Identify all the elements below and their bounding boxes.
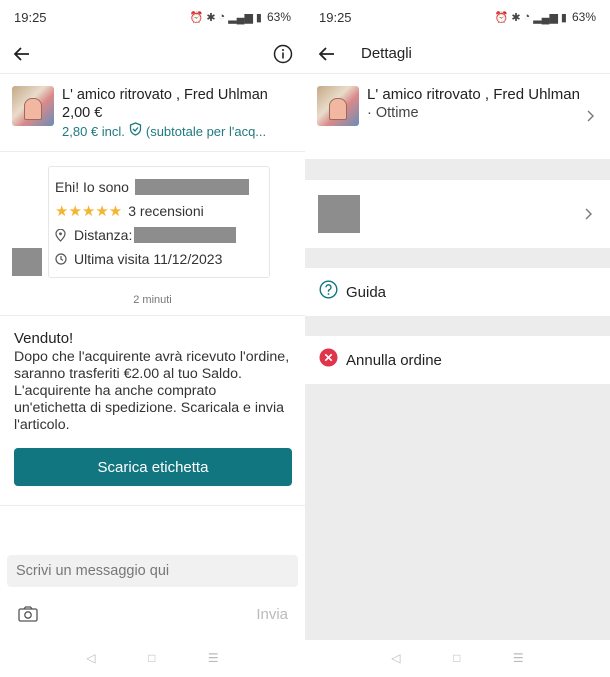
section-divider: [305, 316, 610, 336]
cancel-x-icon: [319, 348, 338, 372]
system-nav-bar: ◁ □ ☰: [0, 639, 305, 677]
redacted-distance: [134, 227, 237, 243]
battery-level: 63%: [571, 10, 596, 24]
signal-icon: ▂▄▆: [228, 11, 253, 24]
battery-icon: ▮: [255, 11, 262, 24]
bluetooth-icon: ✱: [511, 11, 521, 24]
status-time: 19:25: [14, 9, 47, 25]
wifi-icon: ◔: [218, 11, 226, 23]
item-thumbnail: [12, 86, 54, 126]
redacted-buyer-avatar: [318, 195, 360, 233]
item-title: L' amico ritrovato , Fred Uhlman: [62, 87, 268, 103]
chat-timestamp: 2 minuti: [133, 294, 172, 306]
status-bar: 19:25 ⏰ ✱ ◔ ▂▄▆ ▮ 63%: [0, 0, 305, 34]
alarm-icon: ⏰: [189, 11, 204, 24]
seller-profile-card[interactable]: Ehi! Io sono ★★★★★ 3 recensioni Distanza…: [48, 166, 270, 278]
download-label-button[interactable]: Scarica etichetta: [14, 448, 292, 486]
clock-icon: [55, 253, 69, 265]
nav-menu-icon[interactable]: ☰: [513, 651, 524, 665]
bluetooth-icon: ✱: [206, 11, 216, 24]
help-row[interactable]: Guida: [305, 268, 610, 316]
item-thumbnail: [317, 86, 359, 126]
order-item-row[interactable]: L' amico ritrovato , Fred Uhlman · Ottim…: [305, 74, 610, 160]
camera-icon[interactable]: [16, 602, 40, 626]
rating-stars-icon: ★★★★★: [55, 203, 123, 220]
top-bar: [0, 34, 305, 74]
item-condition: · Ottime: [367, 105, 419, 121]
chat-area: Ehi! Io sono ★★★★★ 3 recensioni Distanza…: [0, 152, 305, 316]
chevron-right-icon: [582, 110, 598, 122]
section-divider: [305, 248, 610, 268]
page-title: Dettagli: [361, 45, 412, 62]
message-input[interactable]: Scrivi un messaggio qui: [7, 555, 298, 587]
back-arrow-icon[interactable]: [315, 42, 339, 66]
signal-icon: ▂▄▆: [533, 11, 558, 24]
avatar: [12, 248, 42, 276]
battery-icon: ▮: [560, 11, 567, 24]
profile-last-visit-line: Ultima visita 11/12/2023: [55, 247, 263, 271]
send-button[interactable]: Invia: [256, 606, 288, 623]
message-actions: Invia: [0, 600, 305, 628]
profile-distance-line: Distanza:: [55, 223, 263, 247]
shield-check-icon: [129, 122, 142, 141]
help-question-icon: [319, 280, 338, 304]
section-divider: [305, 160, 610, 180]
empty-background: [305, 384, 610, 640]
status-icons: ⏰ ✱ ◔ ▂▄▆ ▮ 63%: [190, 10, 291, 24]
profile-distance-label: Distanza:: [74, 227, 133, 243]
nav-back-icon[interactable]: ◁: [86, 651, 95, 665]
wifi-icon: ◔: [523, 11, 531, 23]
profile-greeting: Ehi! Io sono: [55, 179, 129, 195]
system-nav-bar: ◁ □ ☰: [305, 639, 610, 677]
info-icon[interactable]: [271, 42, 295, 66]
item-title: L' amico ritrovato , Fred Uhlman: [367, 86, 580, 103]
chat-screen: 19:25 ⏰ ✱ ◔ ▂▄▆ ▮ 63% L' amico ritrovato…: [0, 0, 305, 677]
chevron-right-icon: [580, 208, 596, 220]
location-pin-icon: [55, 228, 69, 242]
profile-reviews: 3 recensioni: [128, 203, 204, 219]
help-label: Guida: [346, 283, 387, 301]
nav-back-icon[interactable]: ◁: [391, 651, 400, 665]
sold-notice: Venduto! Dopo che l'acquirente avrà rice…: [0, 316, 305, 506]
item-fee: 2,80 € incl. (subtotale per l'acq...: [62, 122, 293, 141]
status-time: 19:25: [319, 9, 352, 25]
item-price: 2,00 €: [62, 105, 103, 121]
sold-text: Dopo che l'acquirente avrà ricevuto l'or…: [14, 349, 290, 433]
buyer-row[interactable]: [305, 180, 610, 248]
redacted-username: [134, 179, 249, 195]
profile-rating-line: ★★★★★ 3 recensioni: [55, 199, 263, 223]
cancel-order-label: Annulla ordine: [346, 351, 442, 369]
profile-greeting-line: Ehi! Io sono: [55, 175, 263, 199]
alarm-icon: ⏰: [494, 11, 509, 24]
top-bar: Dettagli: [305, 34, 610, 74]
item-fee-amount: 2,80 € incl.: [62, 123, 125, 139]
item-summary[interactable]: L' amico ritrovato , Fred Uhlman 2,00 € …: [0, 74, 305, 152]
profile-last-visit: Ultima visita 11/12/2023: [74, 251, 223, 267]
status-bar: 19:25 ⏰ ✱ ◔ ▂▄▆ ▮ 63%: [305, 0, 610, 34]
status-icons: ⏰ ✱ ◔ ▂▄▆ ▮ 63%: [495, 10, 596, 24]
details-screen: 19:25 ⏰ ✱ ◔ ▂▄▆ ▮ 63% Dettagli L' amico …: [305, 0, 610, 677]
sold-title: Venduto!: [14, 330, 74, 347]
nav-home-icon[interactable]: □: [453, 651, 460, 665]
nav-home-icon[interactable]: □: [148, 651, 155, 665]
item-fee-note: (subtotale per l'acq...: [145, 123, 267, 139]
back-arrow-icon[interactable]: [10, 42, 34, 66]
battery-level: 63%: [266, 10, 291, 24]
cancel-order-row[interactable]: Annulla ordine: [305, 336, 610, 384]
nav-menu-icon[interactable]: ☰: [208, 651, 219, 665]
